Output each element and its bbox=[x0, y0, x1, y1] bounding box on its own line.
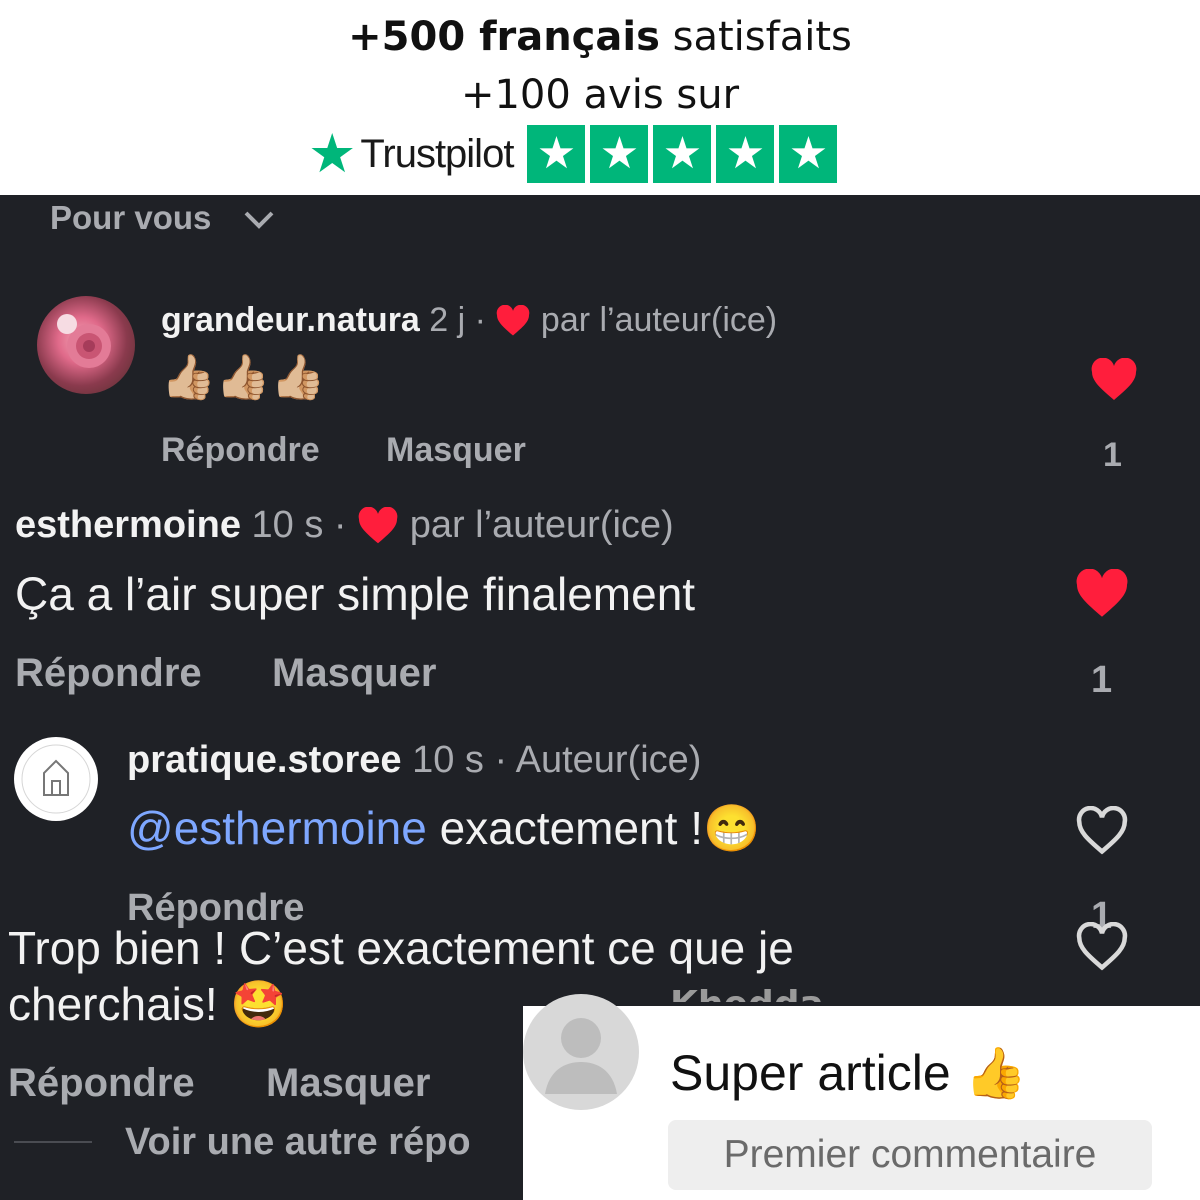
replies-divider bbox=[14, 1141, 92, 1143]
card-comment-text: Super article 👍 bbox=[670, 1045, 1027, 1101]
trustpilot-rating: ★ Trustpilot ★ ★ ★ ★ ★ bbox=[308, 124, 842, 184]
heart-filled-icon bbox=[358, 506, 398, 544]
separator-dot: · bbox=[474, 301, 486, 339]
comment-username[interactable]: pratique.storee bbox=[127, 739, 402, 781]
comment-body: exactement !😁 bbox=[426, 802, 761, 854]
separator-dot: · bbox=[333, 504, 347, 546]
person-icon bbox=[545, 1018, 617, 1094]
heart-filled-icon bbox=[497, 304, 530, 336]
reply-button[interactable]: Répondre bbox=[15, 651, 202, 696]
liked-by-author-label: par l’auteur(ice) bbox=[409, 504, 674, 546]
comment-time: 10 s bbox=[412, 739, 484, 781]
satisfied-count: +500 français bbox=[348, 14, 660, 60]
commenter-name-partial: Khedda bbox=[670, 984, 824, 1002]
hide-button[interactable]: Masquer bbox=[272, 651, 437, 696]
hide-button[interactable]: Masquer bbox=[266, 1061, 431, 1106]
comment-text: 👍🏼👍🏼👍🏼 bbox=[161, 353, 326, 402]
rating-star-icon: ★ bbox=[716, 125, 775, 183]
comment-meta: esthermoine 10 s · par l’auteur(ice) bbox=[15, 504, 674, 547]
store-avatar[interactable] bbox=[14, 737, 98, 821]
comment-text: Ça a l’air super simple finalement bbox=[15, 568, 696, 620]
view-more-replies-link[interactable]: Voir une autre répo bbox=[125, 1121, 471, 1164]
comment-time: 2 j bbox=[429, 301, 466, 339]
comment-meta: grandeur.natura 2 j · par l’auteur(ice) bbox=[161, 301, 777, 340]
separator-dot: · bbox=[494, 739, 508, 781]
first-comment-badge: Premier commentaire bbox=[668, 1120, 1152, 1190]
rating-star-icon: ★ bbox=[590, 125, 649, 183]
rose-icon bbox=[57, 314, 111, 368]
trustpilot-star-icon: ★ bbox=[308, 122, 357, 185]
like-heart-filled-icon[interactable] bbox=[1089, 358, 1139, 402]
like-heart-filled-icon[interactable] bbox=[1074, 569, 1130, 619]
like-count: 1 bbox=[1103, 436, 1122, 474]
mention-link[interactable]: @esthermoine bbox=[127, 802, 427, 854]
like-heart-outline-icon[interactable] bbox=[1074, 806, 1130, 856]
comment-time: 10 s bbox=[251, 504, 324, 546]
house-logo-icon bbox=[21, 744, 91, 814]
rating-star-icon: ★ bbox=[527, 125, 586, 183]
feed-filter-dropdown[interactable]: Pour vous bbox=[50, 199, 275, 237]
chevron-down-icon bbox=[244, 211, 273, 230]
like-count: 1 bbox=[1091, 659, 1113, 701]
satisfied-label: satisfaits bbox=[659, 14, 852, 60]
default-avatar bbox=[523, 994, 639, 1110]
comment-meta: pratique.storee 10 s · Auteur(ice) bbox=[127, 739, 701, 782]
hide-button[interactable]: Masquer bbox=[386, 431, 526, 470]
reply-button[interactable]: Répondre bbox=[161, 431, 320, 470]
rating-star-icon: ★ bbox=[653, 125, 712, 183]
reply-button[interactable]: Répondre bbox=[8, 1061, 195, 1106]
satisfied-customers-text: +500 français satisfaits bbox=[0, 14, 1200, 60]
promo-header: +500 français satisfaits +100 avis sur ★… bbox=[0, 0, 1200, 195]
user-avatar[interactable] bbox=[37, 296, 135, 394]
comment-text: @esthermoine exactement !😁 bbox=[127, 801, 760, 856]
rating-star-icon: ★ bbox=[779, 125, 838, 183]
trustpilot-wordmark: Trustpilot bbox=[360, 131, 514, 176]
liked-by-author-label: par l’auteur(ice) bbox=[540, 301, 778, 339]
feed-filter-label: Pour vous bbox=[50, 199, 212, 236]
like-heart-outline-icon[interactable] bbox=[1074, 922, 1130, 972]
reviews-count-text: +100 avis sur bbox=[460, 72, 740, 118]
comment-username[interactable]: esthermoine bbox=[15, 504, 241, 546]
author-role-label: Auteur(ice) bbox=[515, 739, 702, 781]
comment-username[interactable]: grandeur.natura bbox=[161, 301, 420, 339]
